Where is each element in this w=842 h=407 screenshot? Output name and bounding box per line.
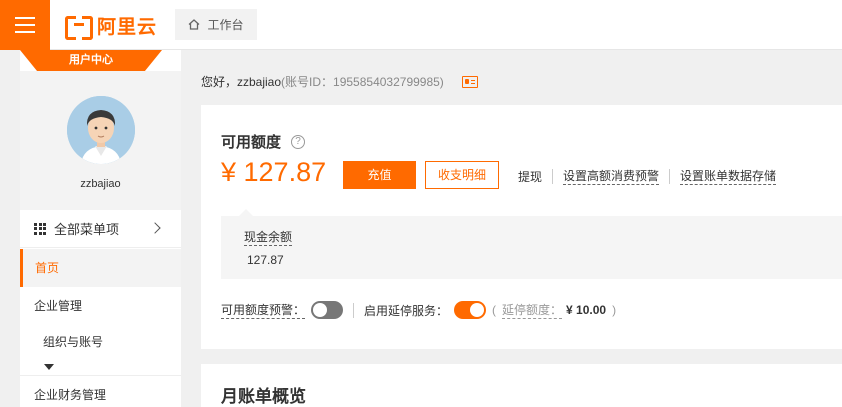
sidebar-item-enterprise-management[interactable]: 企业管理 [20,297,181,314]
paren-open: ( [492,303,497,317]
balance-title: 可用额度 ? [221,131,306,152]
user-center-tag: 用户中心 [20,50,162,71]
recharge-button[interactable]: 充值 [343,161,416,189]
greeting-text: 您好，zzbajiao [201,75,282,89]
top-bar: 阿里云 工作台 [0,0,842,50]
greeting: 您好，zzbajiao (账号ID：1955854032799985) [201,73,478,90]
sidebar-item-org-accounts[interactable]: 组织与账号 [20,333,181,350]
account-id: (账号ID：1955854032799985) [281,75,444,89]
grace-service-toggle[interactable] [454,301,487,319]
all-menu-items-button[interactable]: 全部菜单项 [20,210,181,248]
credit-alert-label: 可用额度预警： [221,303,306,319]
monthly-bill-card: 月账单概览 [201,364,842,407]
sidebar-item-enterprise-finance[interactable]: 企业财务管理 [20,386,181,403]
cash-balance-value: 127.87 [247,253,284,267]
balance-card: 可用额度 ? ¥ 127.87 充值 收支明细 提现 设置高额消费预警 设置账单… [201,105,842,349]
caret-down-icon[interactable] [44,364,54,370]
grid-icon [34,222,46,235]
workbench-label: 工作台 [207,18,244,32]
balance-amount: ¥ 127.87 [221,157,327,187]
transaction-detail-button[interactable]: 收支明细 [425,161,499,189]
hamburger-menu-button[interactable] [0,0,50,50]
menu-line [15,31,35,33]
workbench-button[interactable]: 工作台 [175,9,257,40]
grace-service-label: 启用延停服务： [364,303,449,318]
bill-storage-link[interactable]: 设置账单数据存储 [680,167,777,185]
menu-line [15,24,35,26]
divider [353,302,355,318]
withdraw-link[interactable]: 提现 [518,168,542,185]
chevron-right-icon [149,222,161,234]
profile-panel: zzbajiao [20,71,181,210]
paren-close: ) [612,303,617,317]
grace-amount-label: 延停额度： [502,303,563,319]
home-icon [188,19,200,30]
logo-text: 阿里云 [97,16,158,38]
sidebar-username: zzbajiao [80,178,121,190]
menu-line [15,17,35,19]
cash-balance-box: 现金余额 127.87 [221,209,842,279]
divider [20,375,181,376]
all-menu-label: 全部菜单项 [54,222,120,237]
help-icon[interactable]: ? [291,134,306,149]
grace-amount-value: ¥ 10.00 [566,303,607,317]
cash-balance-label: 现金余额 [244,230,293,246]
aliyun-logo-icon [65,16,93,40]
id-card-icon[interactable] [461,75,478,88]
toggle-row: 可用额度预警： 启用延停服务： ( 延停额度： ¥ 10.00 ) [221,301,622,319]
sidebar-item-home[interactable]: 首页 [20,249,181,287]
credit-alert-toggle[interactable] [311,301,344,319]
balance-title-text: 可用额度 [221,134,282,151]
avatar[interactable] [67,96,135,164]
aliyun-logo[interactable]: 阿里云 [65,14,158,40]
monthly-bill-title: 月账单概览 [221,387,306,406]
balance-links: 提现 设置高额消费预警 设置账单数据存储 [518,167,777,185]
high-spend-alert-link[interactable]: 设置高额消费预警 [563,167,660,185]
divider [552,168,554,184]
divider [669,168,671,184]
